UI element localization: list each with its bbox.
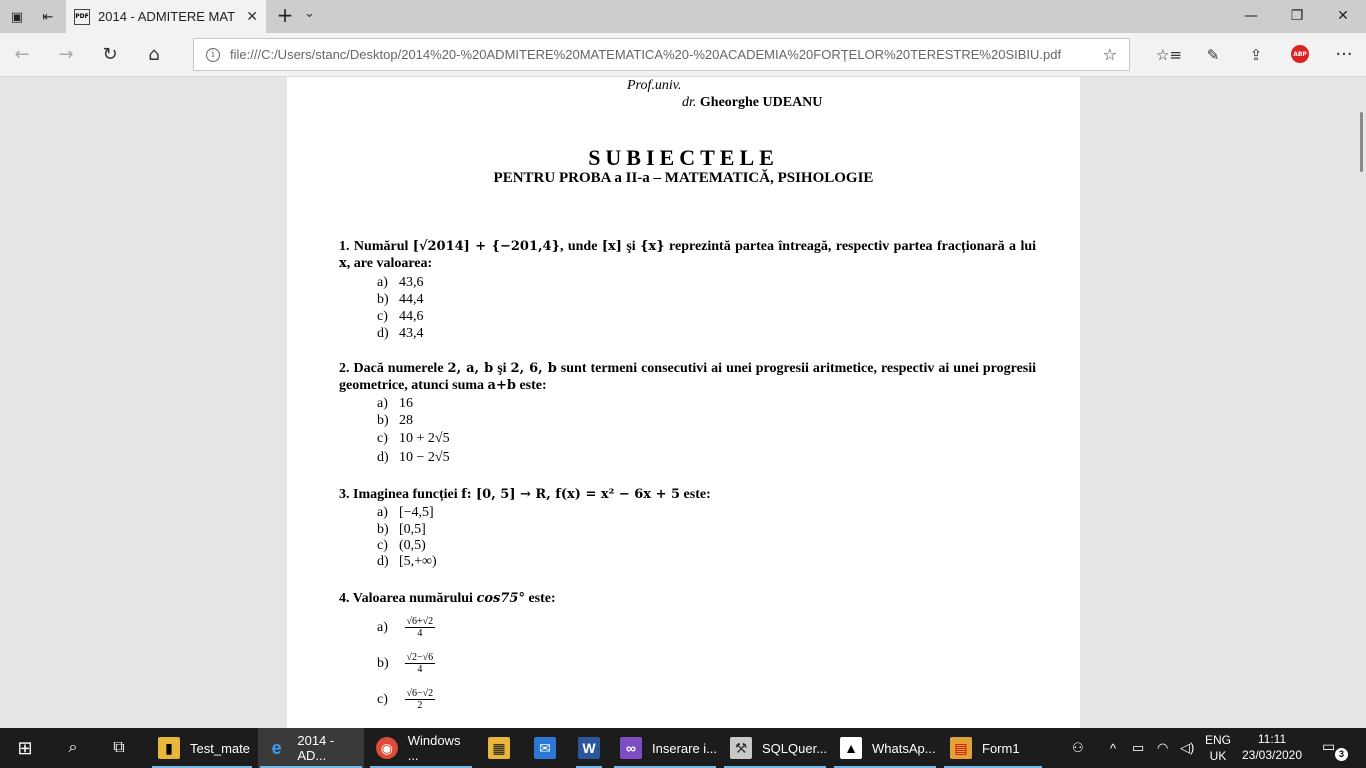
search-icon[interactable]: ⌕ bbox=[60, 728, 86, 768]
sql-tools-icon: ⚒ bbox=[730, 737, 752, 759]
author-name-line: dr. Gheorghe UDEANU bbox=[682, 95, 822, 111]
document-subheading: PENTRU PROBA a II-a – MATEMATICĂ, PSIHOL… bbox=[493, 170, 874, 186]
question-2: 2. Dacă numerele 2, a, b şi 2, 6, b sunt… bbox=[339, 361, 1037, 393]
tab-strip: ▣ ⇤ PDF 2014 - ADMITERE MATEMATICA - ACA… bbox=[0, 0, 1366, 33]
new-tab-button[interactable]: + bbox=[273, 4, 297, 28]
pen-icon[interactable]: ✎ bbox=[1199, 42, 1227, 68]
author-prefix: dr. bbox=[682, 95, 697, 110]
q2-option-d: d) 10 − 2√5 bbox=[377, 450, 450, 465]
minimize-button[interactable]: — bbox=[1228, 4, 1274, 28]
q2-option-b: b) 28 bbox=[377, 413, 413, 428]
time: 11:11 bbox=[1257, 732, 1287, 746]
q3-option-b: b) [0,5] bbox=[377, 522, 426, 537]
taskbar-app-chrome[interactable]: ◉ Windows ... bbox=[368, 728, 474, 768]
question-1: 1. Numărul [√2014] + {−201,4}, unde [x] … bbox=[339, 239, 1037, 271]
task-view-icon[interactable]: ⧉ bbox=[106, 728, 132, 768]
pdf-page: Prof.univ. dr. Gheorghe UDEANU SUBIECTEL… bbox=[287, 77, 1080, 728]
set-aside-tabs-icon[interactable]: ⇤ bbox=[37, 6, 59, 28]
edge-icon: e bbox=[271, 737, 282, 758]
wifi-icon[interactable]: ◠ bbox=[1157, 728, 1168, 768]
q1-option-b: b) 44,4 bbox=[377, 292, 424, 307]
tab-list-chevron-icon[interactable]: ⌄ bbox=[304, 6, 315, 21]
adblock-icon[interactable]: ABP bbox=[1291, 45, 1309, 63]
image-icon: ▲ bbox=[840, 737, 862, 759]
question-3: 3. Imaginea funcției f: [0, 5] → R, f(x)… bbox=[339, 487, 711, 502]
store-icon[interactable]: ▦ bbox=[484, 728, 514, 768]
home-button[interactable]: ⌂ bbox=[140, 42, 168, 68]
q1-option-a: a) 43,6 bbox=[377, 275, 424, 290]
q2-option-a: a) 16 bbox=[377, 396, 413, 411]
taskbar-app-form1[interactable]: ▤ Form1 bbox=[942, 728, 1044, 768]
forward-button[interactable]: → bbox=[52, 42, 80, 68]
more-menu-icon[interactable]: ··· bbox=[1330, 42, 1358, 68]
notification-icon[interactable]: ▭ 3 bbox=[1322, 738, 1348, 761]
active-tab[interactable]: PDF 2014 - ADMITERE MATEMATICA - ACADEMI… bbox=[66, 0, 266, 33]
start-button[interactable]: ⊞ bbox=[12, 728, 38, 768]
q1-option-d: d) 43,4 bbox=[377, 326, 424, 341]
fraction: √2−√6 4 bbox=[404, 652, 436, 675]
author-title: Prof.univ. bbox=[627, 78, 682, 93]
vertical-scrollbar[interactable] bbox=[1360, 112, 1363, 172]
clock[interactable]: 11:11 23/03/2020 bbox=[1240, 731, 1304, 763]
restore-button[interactable]: ❐ bbox=[1274, 4, 1320, 28]
taskbar-app-whatsapp[interactable]: ▲ WhatsAp... bbox=[832, 728, 938, 768]
refresh-button[interactable]: ↻ bbox=[96, 42, 124, 68]
tab-title: 2014 - ADMITERE MATEMATICA - ACADEMIA FO… bbox=[98, 9, 236, 24]
document-heading: SUBIECTELE bbox=[588, 145, 779, 170]
close-tab-icon[interactable]: ✕ bbox=[246, 9, 258, 25]
address-bar[interactable]: i file:///C:/Users/stanc/Desktop/2014%20… bbox=[193, 38, 1130, 71]
fraction: √6+√2 4 bbox=[404, 616, 436, 639]
taskbar: ⊞ ⌕ ⧉ ▮ Test_mate e 2014 - AD... ◉ Windo… bbox=[0, 728, 1366, 768]
close-window-button[interactable]: ✕ bbox=[1320, 4, 1366, 28]
back-button[interactable]: ← bbox=[8, 42, 36, 68]
taskbar-app-edge[interactable]: e 2014 - AD... bbox=[258, 728, 364, 768]
q4-option-a: a) √6+√2 4 bbox=[377, 616, 436, 639]
taskbar-app-sql[interactable]: ⚒ SQLQuer... bbox=[722, 728, 828, 768]
q1-option-c: c) 44,6 bbox=[377, 309, 424, 324]
form-icon: ▤ bbox=[950, 737, 972, 759]
share-icon[interactable]: ⇪ bbox=[1242, 42, 1270, 68]
people-icon[interactable]: ⚇ bbox=[1072, 728, 1084, 768]
notification-badge: 3 bbox=[1335, 748, 1348, 761]
taskbar-app-test-mate[interactable]: ▮ Test_mate bbox=[150, 728, 254, 768]
tab-actions-icon[interactable]: ▣ bbox=[6, 6, 28, 28]
show-hidden-icons-chevron[interactable]: ^ bbox=[1110, 728, 1116, 768]
volume-icon[interactable]: ◁) bbox=[1180, 728, 1194, 768]
fraction: √6−√2 2 bbox=[404, 688, 436, 711]
q2-option-c: c) 10 + 2√5 bbox=[377, 431, 450, 446]
author-name: Gheorghe UDEANU bbox=[699, 95, 823, 110]
taskbar-app-visual-studio[interactable]: ∞ Inserare i... bbox=[612, 728, 718, 768]
chrome-icon: ◉ bbox=[376, 737, 398, 759]
url-text: file:///C:/Users/stanc/Desktop/2014%20-%… bbox=[230, 47, 1062, 62]
folder-icon: ▮ bbox=[158, 737, 180, 759]
q3-option-d: d) [5,+∞) bbox=[377, 554, 437, 569]
q4-option-c: c) √6−√2 2 bbox=[377, 688, 436, 711]
q3-option-a: a) [−4,5] bbox=[377, 505, 434, 520]
favorite-star-icon[interactable]: ☆ bbox=[1103, 45, 1117, 64]
pdf-viewer: Prof.univ. dr. Gheorghe UDEANU SUBIECTEL… bbox=[0, 77, 1366, 728]
mail-icon[interactable]: ✉ bbox=[530, 728, 560, 768]
navigation-bar: ← → ↻ ⌂ i file:///C:/Users/stanc/Desktop… bbox=[0, 33, 1366, 77]
date: 23/03/2020 bbox=[1241, 748, 1303, 762]
q3-option-c: c) (0,5) bbox=[377, 538, 426, 553]
visual-studio-icon: ∞ bbox=[620, 737, 642, 759]
language-indicator[interactable]: ENG UK bbox=[1203, 732, 1233, 764]
info-icon[interactable]: i bbox=[206, 47, 220, 62]
q4-option-b: b) √2−√6 4 bbox=[377, 652, 436, 675]
word-icon[interactable]: W bbox=[574, 728, 604, 768]
battery-icon[interactable]: ▭ bbox=[1132, 728, 1144, 768]
pdf-icon: PDF bbox=[74, 8, 90, 25]
question-4: 4. Valoarea numărului cos75° este: bbox=[339, 591, 556, 606]
favorites-list-icon[interactable]: ☆≡ bbox=[1155, 42, 1183, 68]
